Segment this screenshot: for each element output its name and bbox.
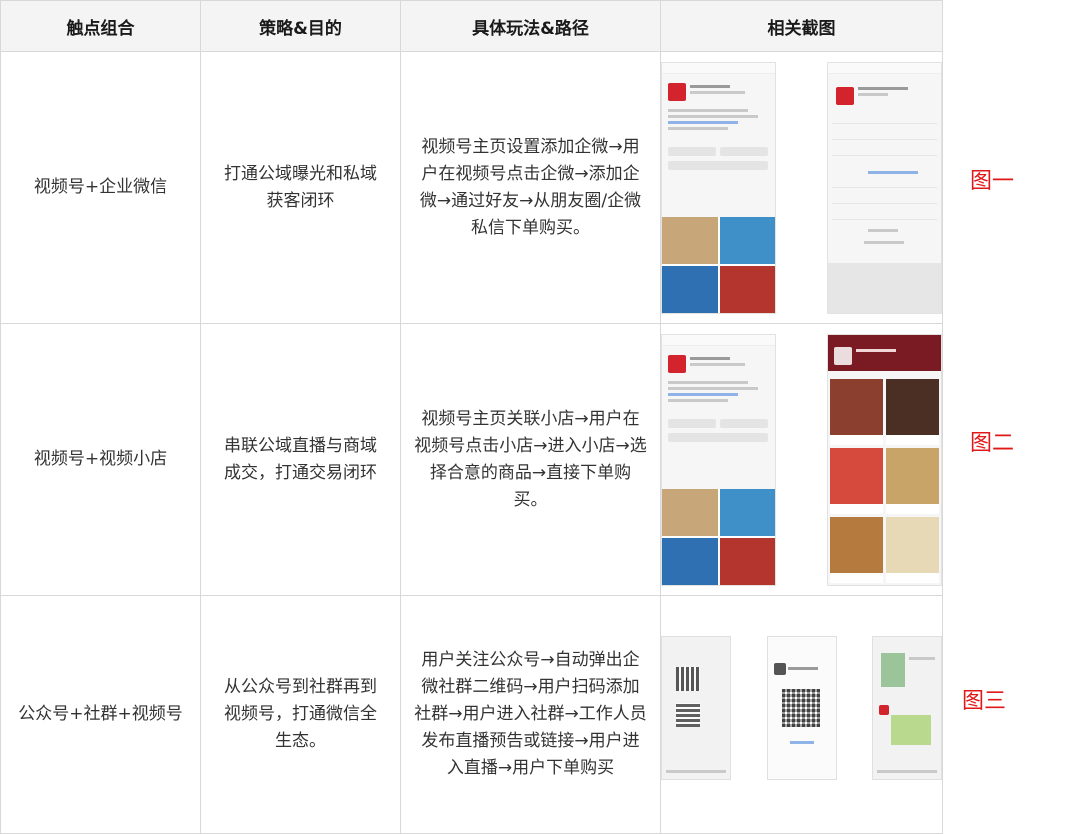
figure-label: 图二: [970, 431, 1015, 456]
table-row: 视频号+企业微信 打通公域曝光和私域获客闭环 视频号主页设置添加企微→用户在视频…: [0, 51, 943, 324]
path-text: 视频号主页关联小店→用户在视频号点击小店→进入小店→选择合意的商品→直接下单购买…: [414, 408, 647, 510]
header-touchpoint: 触点组合: [0, 0, 201, 52]
table-row: 公众号+社群+视频号 从公众号到社群再到视频号，打通微信全生态。 用户关注公众号…: [0, 595, 943, 834]
path-cell: 视频号主页设置添加企微→用户在视频号点击企微→添加企微→通过好友→从朋友圈/企微…: [400, 51, 661, 324]
touchpoint-text: 公众号+社群+视频号: [18, 704, 183, 724]
enterprise-wechat-screenshot: [827, 61, 942, 314]
header-strategy: 策略&目的: [200, 0, 401, 52]
table-header-row: 触点组合 策略&目的 具体玩法&路径 相关截图: [0, 0, 943, 52]
strategy-text: 打通公域曝光和私域获客闭环: [224, 163, 377, 211]
qr-code-screenshot: [766, 636, 837, 780]
path-cell: 视频号主页关联小店→用户在视频号点击小店→进入小店→选择合意的商品→直接下单购买…: [400, 323, 661, 596]
strategy-text: 从公众号到社群再到视频号，打通微信全生态。: [224, 677, 377, 751]
channel-home-screenshot: [661, 61, 776, 314]
touchpoint-cell: 视频号+企业微信: [0, 51, 201, 324]
path-text: 视频号主页设置添加企微→用户在视频号点击企微→添加企微→通过好友→从朋友圈/企微…: [419, 136, 642, 238]
video-shop-screenshot: [827, 333, 942, 586]
group-chat-screenshot: [661, 636, 731, 780]
touchpoint-table: 触点组合 策略&目的 具体玩法&路径 相关截图 视频号+企业微信 打通公域曝光和…: [0, 0, 943, 834]
touchpoint-cell: 视频号+视频小店: [0, 323, 201, 596]
table-row: 视频号+视频小店 串联公域直播与商域成交，打通交易闭环 视频号主页关联小店→用户…: [0, 323, 943, 596]
touchpoint-text: 视频号+企业微信: [33, 177, 168, 197]
path-text: 用户关注公众号→自动弹出企微社群二维码→用户扫码添加社群→用户进入社群→工作人员…: [414, 650, 647, 778]
live-preview-screenshot: [872, 636, 942, 780]
path-cell: 用户关注公众号→自动弹出企微社群二维码→用户扫码添加社群→用户进入社群→工作人员…: [400, 595, 661, 834]
header-path: 具体玩法&路径: [400, 0, 661, 52]
strategy-cell: 串联公域直播与商域成交，打通交易闭环: [200, 323, 401, 596]
strategy-cell: 打通公域曝光和私域获客闭环: [200, 51, 401, 324]
strategy-text: 串联公域直播与商域成交，打通交易闭环: [224, 435, 377, 483]
channel-home-screenshot: [661, 333, 776, 586]
figure-label: 图一: [970, 169, 1015, 194]
figure-label: 图三: [962, 689, 1007, 714]
touchpoint-cell: 公众号+社群+视频号: [0, 595, 201, 834]
header-screenshots: 相关截图: [660, 0, 943, 52]
screenshot-cell: [660, 51, 943, 324]
strategy-cell: 从公众号到社群再到视频号，打通微信全生态。: [200, 595, 401, 834]
screenshot-cell: [660, 323, 943, 596]
screenshot-cell: [660, 595, 943, 834]
touchpoint-text: 视频号+视频小店: [33, 449, 168, 469]
